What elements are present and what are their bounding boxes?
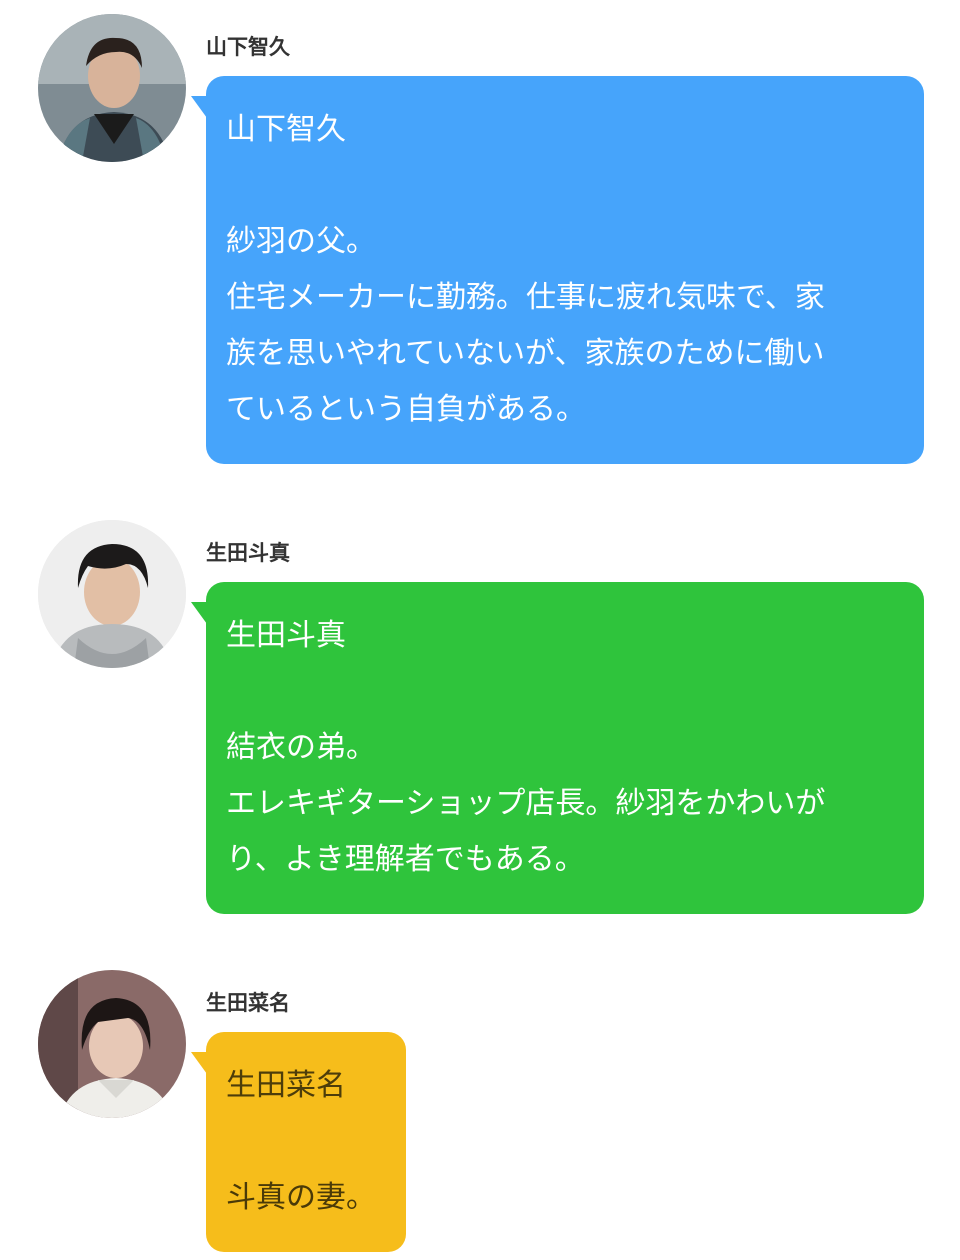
bubble-line: り、よき理解者でもある。 — [226, 842, 585, 877]
avatar — [38, 520, 186, 668]
person-photo-icon — [38, 520, 186, 668]
bubble-title: 生田菜名 — [226, 1068, 346, 1103]
speaker-name: 生田斗真 — [206, 541, 290, 565]
speech-bubble: 山下智久 紗羽の父。 住宅メーカーに勤務。仕事に疲れ気味で、家 族を思いやれてい… — [191, 76, 924, 464]
speech-bubble: 生田斗真 結衣の弟。 エレキギターショップ店長。紗羽をかわいが り、よき理解者で… — [191, 582, 924, 914]
avatar — [38, 970, 186, 1118]
speaker-name: 生田菜名 — [206, 991, 290, 1015]
bubble-line: 紗羽の父。 — [226, 224, 376, 259]
bubble-line: 族を思いやれていないが、家族のために働い — [226, 336, 825, 371]
speech-bubble: 生田菜名 斗真の妻。 — [191, 1032, 406, 1252]
bubble-line: ているという自負がある。 — [226, 392, 586, 427]
person-photo-icon — [38, 970, 186, 1118]
bubble-line: エレキギターショップ店長。紗羽をかわいが — [226, 786, 826, 821]
bubble-line: 結衣の弟。 — [226, 730, 376, 765]
person-photo-icon — [38, 14, 186, 162]
bubble-title: 山下智久 — [226, 112, 346, 147]
bubble-line: 斗真の妻。 — [226, 1180, 376, 1215]
bubble-title: 生田斗真 — [226, 618, 346, 653]
speaker-name: 山下智久 — [206, 35, 290, 59]
bubble-line: 住宅メーカーに勤務。仕事に疲れ気味で、家 — [226, 280, 825, 315]
avatar — [38, 14, 186, 162]
